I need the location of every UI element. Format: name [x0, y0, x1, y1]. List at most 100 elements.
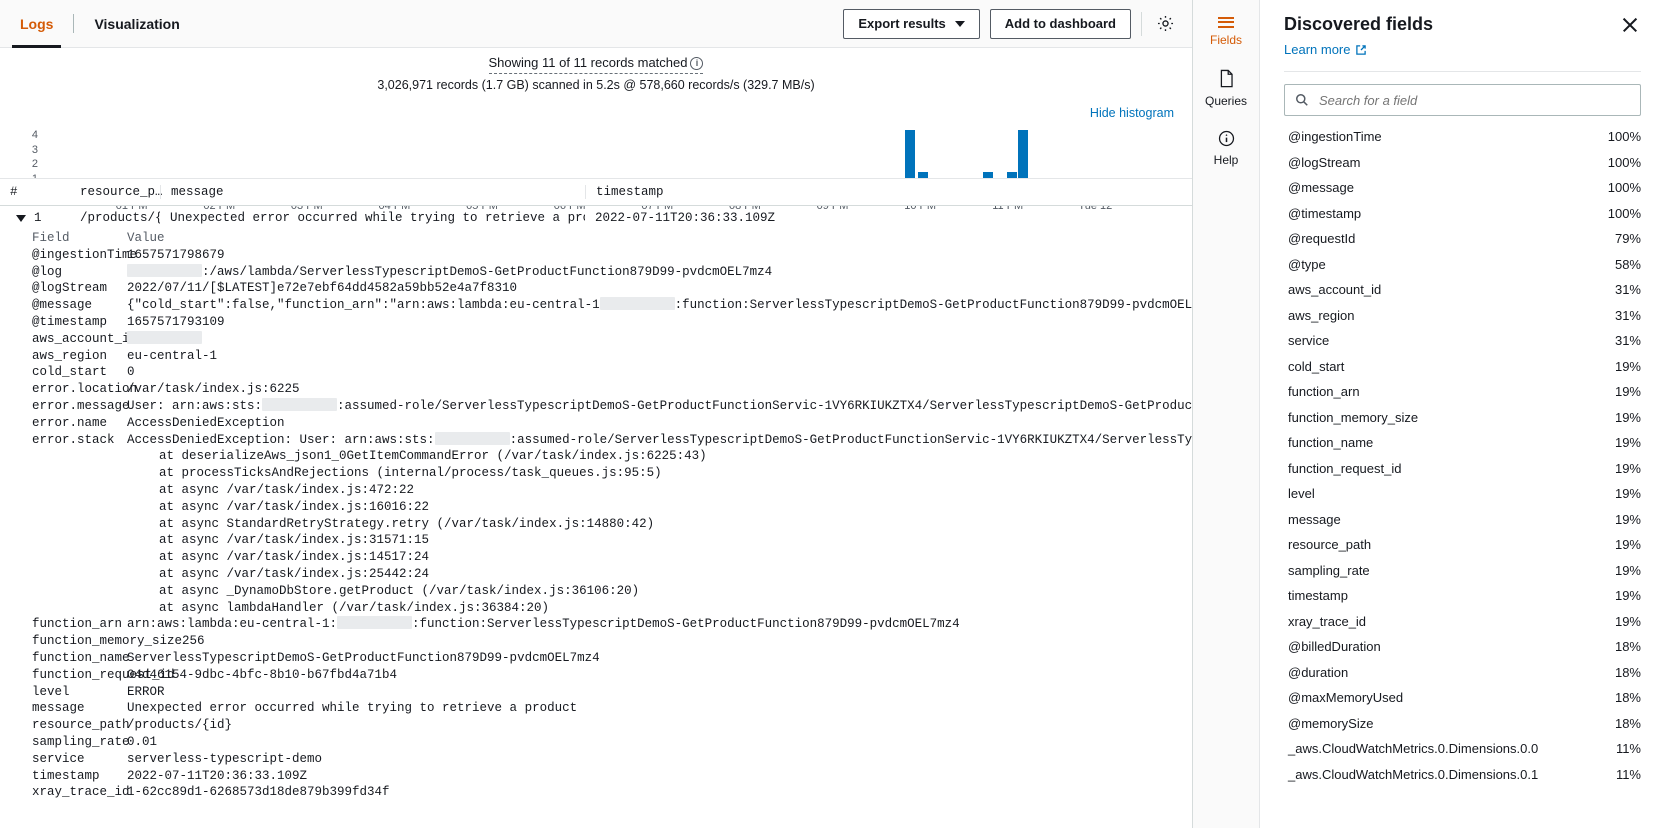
toolbar-actions: Export results Add to dashboard [843, 0, 1192, 47]
showing-records-text[interactable]: Showing 11 of 11 records matchedi [489, 54, 704, 74]
field-percentage: 19% [1615, 384, 1641, 399]
field-list-item[interactable]: @memorySize18% [1284, 711, 1641, 737]
field-list-item[interactable]: resource_path19% [1284, 532, 1641, 558]
field-list-item[interactable]: cold_start19% [1284, 354, 1641, 380]
export-results-label: Export results [858, 16, 945, 31]
column-header-resource-path[interactable]: resource_p… [70, 185, 160, 199]
detail-field-key: @timestamp [0, 314, 127, 331]
rail-item-fields-label: Fields [1210, 33, 1242, 47]
field-list-item[interactable]: function_memory_size19% [1284, 405, 1641, 431]
rail-item-queries[interactable]: Queries [1193, 69, 1259, 108]
detail-field-row: function_nameServerlessTypescriptDemoS-G… [0, 650, 1192, 667]
field-name: function_request_id [1284, 461, 1615, 476]
stack-trace-line: at async /var/task/index.js:25442:24 [0, 566, 1192, 583]
field-name: @message [1284, 180, 1608, 195]
redacted-value [600, 297, 675, 310]
rail-item-help[interactable]: Help [1193, 130, 1259, 167]
expand-collapse-icon[interactable] [16, 215, 26, 222]
tab-logs-label: Logs [20, 16, 53, 32]
search-icon [1295, 93, 1309, 107]
tab-visualization[interactable]: Visualization [74, 0, 199, 47]
field-list-item[interactable]: @duration18% [1284, 660, 1641, 686]
detail-field-key: message [0, 700, 127, 717]
field-search-box[interactable] [1284, 84, 1641, 116]
stack-trace-line: at async StandardRetryStrategy.retry (/v… [0, 516, 1192, 533]
field-list-item[interactable]: message19% [1284, 507, 1641, 533]
field-list-item[interactable]: @maxMemoryUsed18% [1284, 685, 1641, 711]
cloudwatch-logs-insights-app: Logs Visualization Export results Add to… [0, 0, 1661, 828]
detail-field-value: eu-central-1 [127, 348, 1192, 365]
detail-field-row: @message{"cold_start":false,"function_ar… [0, 297, 1192, 314]
field-list-item[interactable]: aws_region31% [1284, 303, 1641, 329]
field-list-item[interactable]: @ingestionTime100% [1284, 124, 1641, 150]
field-list-item[interactable]: @requestId79% [1284, 226, 1641, 252]
detail-field-key: service [0, 751, 127, 768]
panel-title-row: Discovered fields [1284, 14, 1641, 36]
detail-field-key: error.message [0, 398, 127, 415]
detail-field-key: error.stack [0, 432, 127, 449]
field-list-item[interactable]: @logStream100% [1284, 150, 1641, 176]
column-header-number[interactable]: # [0, 185, 70, 199]
field-list-item[interactable]: function_arn19% [1284, 379, 1641, 405]
field-list-item[interactable]: @type58% [1284, 252, 1641, 278]
add-to-dashboard-button[interactable]: Add to dashboard [990, 9, 1131, 39]
learn-more-link[interactable]: Learn more [1284, 42, 1367, 57]
field-percentage: 18% [1615, 639, 1641, 654]
field-list-item[interactable]: @timestamp100% [1284, 201, 1641, 227]
detail-field-value: 256 [182, 633, 1192, 650]
detail-field-key: aws_region [0, 348, 127, 365]
detail-field-key: error.location [0, 381, 127, 398]
table-row[interactable]: 1 /products/{… Unexpected error occurred… [0, 206, 1192, 230]
field-list-item[interactable]: @message100% [1284, 175, 1641, 201]
detail-field-key: xray_trace_id [0, 784, 127, 801]
field-name: @billedDuration [1284, 639, 1615, 654]
redacted-value [435, 432, 510, 445]
column-header-message[interactable]: message [160, 185, 585, 199]
field-name: xray_trace_id [1284, 614, 1615, 629]
detail-field-row: resource_path/products/{id} [0, 717, 1192, 734]
table-header-row: # resource_p… message timestamp [0, 178, 1192, 206]
detail-field-row: error.messageUser: arn:aws:sts::assumed-… [0, 398, 1192, 415]
gear-icon[interactable] [1152, 11, 1178, 37]
field-list-item[interactable]: aws_account_id31% [1284, 277, 1641, 303]
search-input[interactable] [1317, 92, 1630, 109]
stack-trace-line: at async /var/task/index.js:14517:24 [0, 549, 1192, 566]
records-histogram: 43210 01 PM02 PM03 PM04 PM05 PM06 PM07 P… [0, 130, 1192, 178]
close-icon[interactable] [1619, 14, 1641, 36]
field-list-item[interactable]: level19% [1284, 481, 1641, 507]
info-icon[interactable]: i [690, 57, 703, 70]
export-results-button[interactable]: Export results [843, 9, 979, 39]
field-list-item[interactable]: service31% [1284, 328, 1641, 354]
field-list-item[interactable]: _aws.CloudWatchMetrics.0.Dimensions.0.11… [1284, 762, 1641, 788]
redacted-value [127, 331, 202, 344]
histogram-y-tick: 2 [22, 159, 38, 174]
detail-field-row: cold_start0 [0, 364, 1192, 381]
field-list-item[interactable]: _aws.CloudWatchMetrics.0.Dimensions.0.01… [1284, 736, 1641, 762]
field-name: function_arn [1284, 384, 1615, 399]
detail-field-key: resource_path [0, 717, 127, 734]
tab-logs[interactable]: Logs [0, 0, 73, 47]
hide-histogram-link[interactable]: Hide histogram [1090, 106, 1174, 120]
detail-field-row: xray_trace_id1-62cc89d1-6268573d18de879b… [0, 784, 1192, 801]
field-name: @timestamp [1284, 206, 1608, 221]
detail-field-value: 0.01 [127, 734, 1192, 751]
field-search-wrap [1260, 72, 1661, 122]
row-detail-fields: Field Value @ingestionTime1657571798679@… [0, 230, 1192, 801]
field-list-item[interactable]: @billedDuration18% [1284, 634, 1641, 660]
field-list-item[interactable]: function_request_id19% [1284, 456, 1641, 482]
detail-field-key: function_request_id [0, 667, 127, 684]
field-list-item[interactable]: function_name19% [1284, 430, 1641, 456]
field-list-item[interactable]: sampling_rate19% [1284, 558, 1641, 584]
detail-field-row: error.stackAccessDeniedException: User: … [0, 432, 1192, 449]
detail-field-value: serverless-typescript-demo [127, 751, 1192, 768]
field-list-item[interactable]: timestamp19% [1284, 583, 1641, 609]
field-percentage: 18% [1615, 690, 1641, 705]
column-header-timestamp[interactable]: timestamp [585, 185, 1192, 199]
add-to-dashboard-label: Add to dashboard [1005, 16, 1116, 31]
field-list-item[interactable]: xray_trace_id19% [1284, 609, 1641, 635]
detail-field-row: aws_account_id [0, 331, 1192, 348]
detail-field-key: function_memory_size [0, 633, 182, 650]
row-number: 1 [34, 211, 42, 225]
rail-item-fields[interactable]: Fields [1193, 14, 1259, 47]
detail-field-row: levelERROR [0, 684, 1192, 701]
